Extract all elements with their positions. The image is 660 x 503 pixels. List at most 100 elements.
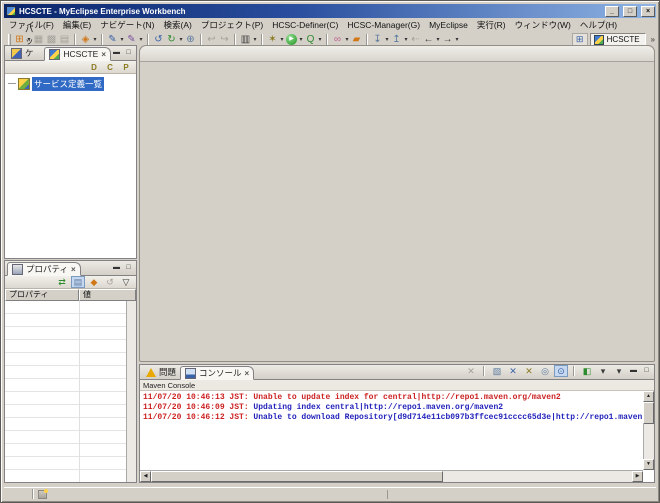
hcscte-perspective-icon xyxy=(594,35,604,45)
explorer-toolbar: D C P xyxy=(5,61,136,74)
table-dropdown-icon[interactable]: ▾ xyxy=(252,36,258,43)
vertical-scroll-thumb[interactable] xyxy=(643,402,654,424)
close-button[interactable]: × xyxy=(641,6,655,17)
menu-project[interactable]: プロジェクト(P) xyxy=(201,19,263,31)
console-line: 11/07/20 10:46:09 JST: Updating index ce… xyxy=(143,403,643,413)
tab-close-icon[interactable]: × xyxy=(101,50,106,59)
tab-problems[interactable]: 問題 xyxy=(142,365,180,379)
status-grip xyxy=(32,489,34,499)
log-timestamp: 11/07/20 10:46:13 JST: xyxy=(143,393,249,402)
display-selected-console-icon[interactable]: ◧ xyxy=(580,365,594,377)
console-toolbar: ✕ ▧ ✕ ✕ ◎ ⊙ ◧ ▾ ▾ ▬ □ xyxy=(464,365,654,379)
menu-navigate[interactable]: ナビゲート(N) xyxy=(100,19,154,31)
tab-close-icon[interactable]: × xyxy=(71,265,76,274)
status-trim-icon[interactable] xyxy=(38,490,47,499)
menu-window[interactable]: ウィンドウ(W) xyxy=(515,19,571,31)
show-categories-icon[interactable]: ▤ xyxy=(71,276,85,288)
menu-edit[interactable]: 編集(E) xyxy=(63,19,91,31)
status-separator xyxy=(387,490,388,499)
clear-console-icon[interactable]: ▧ xyxy=(490,365,504,377)
tab-console[interactable]: コンソール × xyxy=(180,366,254,380)
application-window: HCSCTE - MyEclipse Enterprise Workbench … xyxy=(0,0,660,503)
external-tools-dropdown-icon[interactable]: ▾ xyxy=(317,36,323,43)
tab-package-explorer[interactable]: パッケージ xyxy=(7,46,44,60)
menu-run[interactable]: 実行(R) xyxy=(477,19,506,31)
log-timestamp: 11/07/20 10:46:09 JST: xyxy=(143,403,249,412)
toolbar-separator xyxy=(147,34,149,46)
tab-console-label: コンソール xyxy=(199,367,242,379)
tree-branch-line xyxy=(8,83,16,84)
tab-hcscte-label: HCSCTE xyxy=(63,49,98,59)
toolbar-grip xyxy=(8,34,11,46)
tab-hcscte[interactable]: HCSCTE × xyxy=(44,47,111,61)
new-service-dropdown-icon[interactable]: ▾ xyxy=(92,36,98,43)
scroll-left-icon[interactable]: ◀ xyxy=(140,471,151,482)
refresh-p-icon[interactable]: P xyxy=(119,61,133,73)
console-horizontal-scrollbar[interactable]: ◀ ▶ xyxy=(140,470,643,482)
pin-property-icon[interactable]: ⇄ xyxy=(55,276,69,288)
menu-hcsc-definer[interactable]: HCSC-Definer(C) xyxy=(272,20,338,30)
column-header-property[interactable]: プロパティ xyxy=(5,289,79,301)
tab-close-icon[interactable]: × xyxy=(245,369,250,378)
editor-tab-strip xyxy=(140,46,654,62)
new-console-dropdown-icon[interactable]: ▾ xyxy=(612,365,626,377)
forward-dropdown-icon[interactable]: ▾ xyxy=(454,36,460,43)
tab-properties[interactable]: プロパティ × xyxy=(7,262,81,276)
tab-properties-label: プロパティ xyxy=(26,263,68,275)
properties-table-header: プロパティ 値 xyxy=(5,289,136,301)
hcscte-view-icon xyxy=(49,49,60,60)
perspective-label: HCSCTE xyxy=(607,35,640,44)
maximize-view-icon[interactable]: □ xyxy=(123,48,134,58)
maximize-button[interactable]: □ xyxy=(623,6,637,17)
open-console-dropdown-icon[interactable]: ▾ xyxy=(596,365,610,377)
terminate-icon[interactable]: ✕ xyxy=(464,365,478,377)
toolbar-separator xyxy=(326,34,328,46)
title-bar[interactable]: HCSCTE - MyEclipse Enterprise Workbench … xyxy=(4,4,656,18)
menu-myeclipse[interactable]: MyEclipse xyxy=(429,20,468,30)
remove-all-launches-icon[interactable]: ✕ xyxy=(522,365,536,377)
minimize-view-icon[interactable]: ▬ xyxy=(111,263,122,273)
console-vertical-scrollbar[interactable]: ▲ ▼ xyxy=(643,391,654,470)
pin-console-icon[interactable]: ⊙ xyxy=(554,365,568,377)
scroll-right-icon[interactable]: ▶ xyxy=(632,471,643,482)
minimize-view-icon[interactable]: ▬ xyxy=(111,48,122,58)
menu-help[interactable]: ヘルプ(H) xyxy=(580,19,617,31)
toolbar-separator xyxy=(200,34,202,46)
tab-problems-label: 問題 xyxy=(159,366,176,378)
column-header-value[interactable]: 値 xyxy=(79,289,136,301)
menu-hcsc-manager[interactable]: HCSC-Manager(G) xyxy=(347,20,420,30)
minimize-view-icon[interactable]: ▬ xyxy=(628,366,639,376)
view-menu-icon[interactable]: ▽ xyxy=(119,276,133,288)
toolbar-separator xyxy=(573,366,575,376)
minimize-button[interactable]: _ xyxy=(605,6,619,17)
scroll-down-icon[interactable]: ▼ xyxy=(643,459,654,470)
properties-view: プロパティ × ▬ □ ⇄ ▤ ◆ ↺ ▽ プロパティ 値 xyxy=(4,260,137,483)
menu-search[interactable]: 検索(A) xyxy=(164,19,192,31)
toolbar-separator xyxy=(74,34,76,46)
explorer-view: パッケージ HCSCTE × ▬ □ D C P サービス定義一覧 xyxy=(4,45,137,259)
properties-toolbar: ⇄ ▤ ◆ ↺ ▽ xyxy=(5,276,136,289)
scroll-lock-icon[interactable]: ◎ xyxy=(538,365,552,377)
properties-view-icon xyxy=(12,264,23,275)
wizard-b-dropdown-icon[interactable]: ▾ xyxy=(138,36,144,43)
toolbar-separator xyxy=(234,34,236,46)
horizontal-scroll-thumb[interactable] xyxy=(151,471,443,482)
console-tab-strip: 問題 コンソール × ✕ ▧ ✕ ✕ ◎ ⊙ ◧ ▾ ▾ ▬ □ xyxy=(140,365,654,380)
restore-default-icon[interactable]: ↺ xyxy=(103,276,117,288)
maximize-view-icon[interactable]: □ xyxy=(641,366,652,376)
maximize-view-icon[interactable]: □ xyxy=(123,263,134,273)
log-message: Unable to download Repository[d9d714e11c… xyxy=(249,413,643,422)
console-name-label: Maven Console xyxy=(140,380,654,391)
tree-item-service-list[interactable]: サービス定義一覧 xyxy=(5,77,136,90)
scroll-up-icon[interactable]: ▲ xyxy=(643,391,654,402)
toolbar-separator xyxy=(101,34,103,46)
refresh-c-icon[interactable]: C xyxy=(103,61,117,73)
filter-properties-icon[interactable]: ◆ xyxy=(87,276,101,288)
perspective-overflow-chevron[interactable]: » xyxy=(651,35,655,44)
refresh-d-icon[interactable]: D xyxy=(87,61,101,73)
remove-launch-icon[interactable]: ✕ xyxy=(506,365,520,377)
run-glyph: ▶ xyxy=(286,34,297,45)
properties-sysbuttons: ▬ □ xyxy=(111,263,136,275)
properties-vertical-scrollbar[interactable] xyxy=(126,301,136,482)
console-line: 11/07/20 10:46:13 JST: Unable to update … xyxy=(143,393,643,403)
